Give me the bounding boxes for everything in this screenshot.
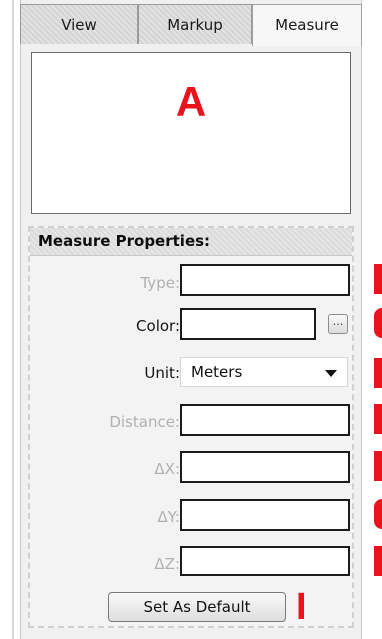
callout-label: A (175, 78, 207, 125)
callout-marker (374, 451, 382, 481)
distance-field[interactable] (180, 404, 350, 436)
tab-view[interactable]: View (20, 4, 138, 44)
delta-y-label: ΔY: (157, 508, 181, 526)
distance-label: Distance: (109, 413, 180, 431)
callout-marker (374, 546, 382, 576)
color-field[interactable] (180, 308, 316, 340)
group-title: Measure Properties: (38, 232, 211, 250)
delta-x-label: ΔX: (154, 460, 180, 478)
set-as-default-button[interactable]: Set As Default (108, 592, 286, 622)
type-label: Type: (140, 274, 180, 292)
delta-x-field[interactable] (180, 451, 350, 483)
color-label: Color: (136, 317, 180, 335)
unit-select[interactable]: Meters (180, 357, 348, 387)
callout-marker (374, 264, 382, 294)
tab-measure[interactable]: Measure (252, 4, 362, 46)
callout-marker (374, 308, 382, 338)
callout-marker (374, 499, 382, 529)
group-header: Measure Properties: (30, 228, 352, 256)
type-field[interactable] (180, 264, 350, 296)
divider (12, 0, 14, 639)
callout-marker (374, 404, 382, 434)
unit-label: Unit: (144, 364, 180, 382)
measure-panel-screenshot: View Markup Measure A Measure Properties… (0, 0, 382, 639)
delta-z-label: ΔZ: (154, 555, 180, 573)
delta-y-field[interactable] (180, 499, 350, 531)
delta-z-field[interactable] (180, 546, 350, 576)
callout-marker (374, 358, 382, 388)
chevron-down-icon (325, 370, 337, 377)
tab-markup[interactable]: Markup (138, 4, 252, 44)
unit-select-value: Meters (191, 363, 243, 381)
callout-label: I (296, 586, 307, 628)
color-picker-button[interactable]: ... (328, 314, 348, 334)
tab-bar: View Markup Measure (20, 4, 362, 46)
measure-preview-area: A (31, 52, 351, 214)
